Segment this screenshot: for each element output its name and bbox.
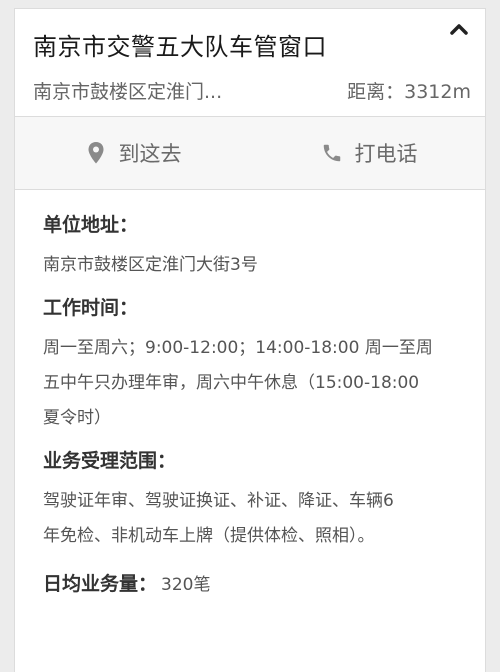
address-heading: 单位地址：	[43, 214, 139, 236]
chevron-up-icon	[450, 24, 468, 35]
navigate-button[interactable]: 到这去	[15, 117, 251, 189]
station-distance: 距离：3312m	[347, 81, 471, 103]
collapse-button[interactable]	[447, 19, 471, 39]
phone-icon	[321, 141, 343, 165]
action-bar: 到这去 打电话	[15, 117, 485, 189]
hours-heading: 工作时间：	[43, 297, 139, 319]
scope-heading: 业务受理范围：	[43, 450, 177, 472]
address-value: 南京市鼓楼区定淮门大街3号	[43, 255, 258, 275]
volume-heading: 日均业务量：	[43, 573, 158, 595]
hours-line: 周一至周六；9:00-12:00；14:00-18:00 周一至周	[43, 338, 433, 358]
station-summary: 南京市鼓楼区定淮门... 距离：3312m	[33, 79, 471, 105]
call-label: 打电话	[354, 142, 418, 166]
volume-row: 日均业务量： 320笔	[43, 568, 465, 603]
station-card: 南京市交警五大队车管窗口 南京市鼓楼区定淮门... 距离：3312m 到这去 打…	[14, 8, 486, 672]
scope-line: 年免检、非机动车上牌（提供体检、照相）。	[43, 526, 375, 546]
call-button[interactable]: 打电话	[251, 117, 485, 189]
station-title: 南京市交警五大队车管窗口	[33, 33, 327, 61]
hours-line: 夏令时）	[43, 408, 111, 428]
station-details: 单位地址： 南京市鼓楼区定淮门大街3号 工作时间： 周一至周六；9:00-12:…	[15, 190, 485, 603]
navigate-label: 到这去	[118, 142, 182, 166]
card-header[interactable]: 南京市交警五大队车管窗口 南京市鼓楼区定淮门... 距离：3312m	[15, 9, 485, 116]
volume-value: 320笔	[161, 575, 211, 595]
scope-line: 驾驶证年审、驾驶证换证、补证、降证、车辆6	[43, 491, 394, 511]
hours-line: 五中午只办理年审，周六中午休息（15:00-18:00	[43, 373, 420, 393]
station-address-short: 南京市鼓楼区定淮门...	[33, 81, 223, 103]
location-pin-icon	[85, 141, 107, 165]
